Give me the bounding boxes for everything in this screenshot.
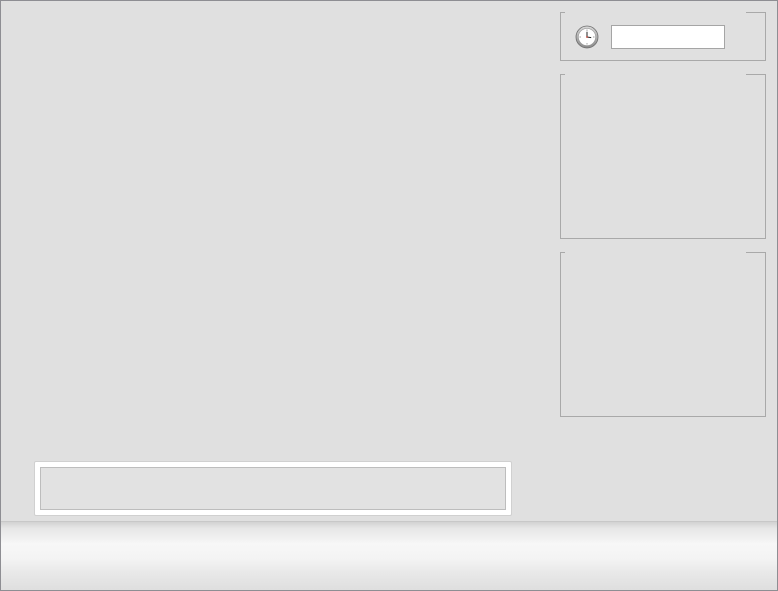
group-border-right-cap (746, 252, 766, 253)
group-border-right-cap (746, 12, 766, 13)
clock-icon (575, 25, 599, 49)
upper-group-box (560, 74, 766, 239)
time-input[interactable] (611, 25, 725, 49)
message-frame (34, 461, 512, 516)
main-window (0, 0, 778, 591)
lower-group-box (560, 252, 766, 417)
clock-group (560, 12, 766, 61)
bottom-toolbar (1, 521, 777, 590)
group-border-left-cap (560, 74, 565, 75)
group-border-left-cap (560, 252, 565, 253)
group-border-right-cap (746, 74, 766, 75)
message-box (40, 467, 506, 510)
group-border-left-cap (560, 12, 565, 13)
